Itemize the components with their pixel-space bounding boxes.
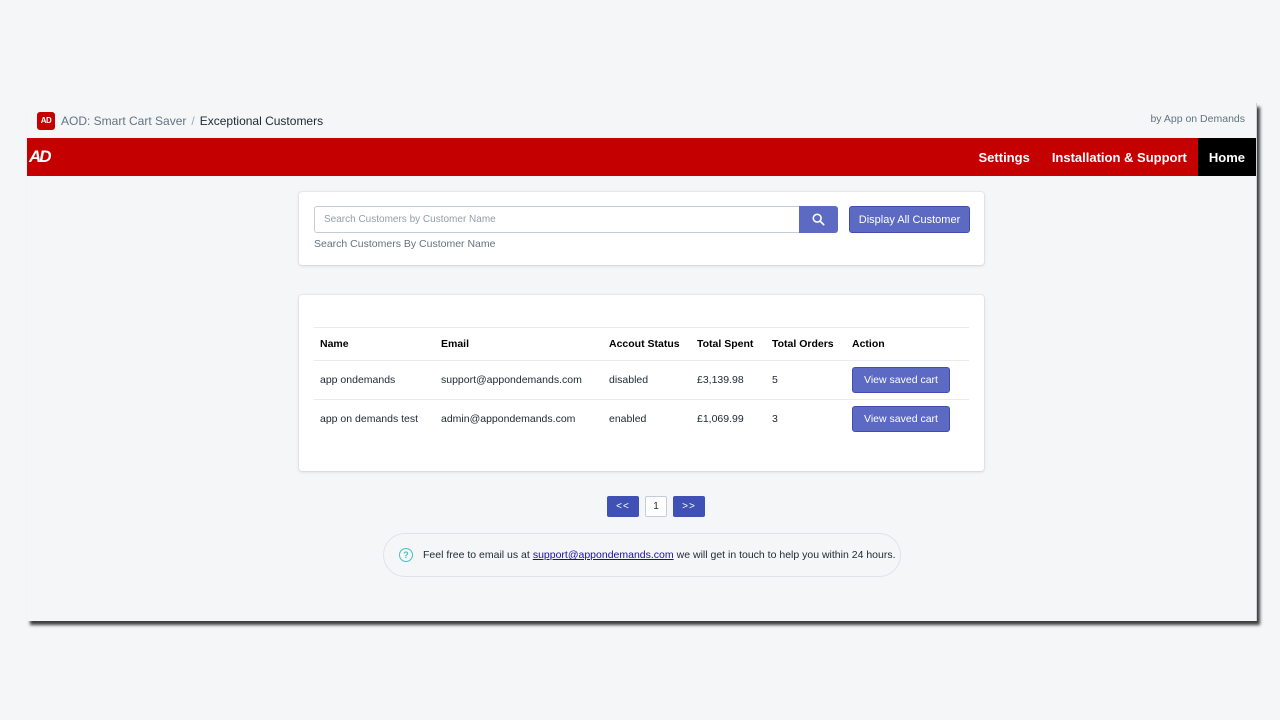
customers-table: Name Email Accout Status Total Spent Tot… — [314, 327, 969, 439]
cell-status: enabled — [609, 413, 647, 426]
search-icon — [812, 213, 825, 226]
cell-total-spent: £1,069.99 — [697, 413, 744, 426]
search-card: Display All Customer Search Customers By… — [299, 192, 984, 265]
cell-name: app on demands test — [320, 413, 419, 426]
pagination-next-button[interactable]: >> — [673, 496, 705, 517]
table-row: app on demands test admin@appondemands.c… — [314, 400, 969, 439]
cell-email: admin@appondemands.com — [441, 413, 576, 426]
table-header-row: Name Email Accout Status Total Spent Tot… — [314, 327, 969, 361]
table-row: app ondemands support@appondemands.com d… — [314, 361, 969, 400]
search-row — [314, 206, 838, 233]
footer-text-before: Feel free to email us at — [423, 549, 530, 561]
app-window: AD AOD: Smart Cart Saver / Exceptional C… — [27, 103, 1257, 621]
pagination: << 1 >> — [607, 496, 705, 517]
search-button[interactable] — [799, 206, 838, 233]
pagination-prev-button[interactable]: << — [607, 496, 639, 517]
search-input[interactable] — [314, 206, 799, 233]
nav-item-settings[interactable]: Settings — [968, 138, 1041, 176]
cell-total-orders: 5 — [772, 374, 778, 386]
nav-item-home[interactable]: Home — [1197, 138, 1256, 176]
column-header-action: Action — [852, 338, 885, 350]
cell-name: app ondemands — [320, 374, 396, 386]
column-header-total-orders: Total Orders — [772, 338, 834, 350]
support-email-link[interactable]: support@appondemands.com — [533, 549, 674, 561]
brand-logo-icon[interactable]: AD — [29, 147, 52, 167]
cell-action: View saved cart — [846, 400, 969, 439]
footer-text-after: we will get in touch to help you within … — [676, 549, 896, 561]
cell-email: support@appondemands.com — [441, 374, 582, 386]
app-logo-icon: AD — [37, 111, 55, 130]
column-header-total-spent: Total Spent — [697, 338, 754, 350]
cell-total-orders: 3 — [772, 413, 778, 426]
app-navbar: AD Settings Installation & Support Home — [27, 138, 1256, 176]
cell-status: disabled — [609, 374, 649, 386]
display-all-customer-button[interactable]: Display All Customer — [849, 206, 970, 233]
search-help-text: Search Customers By Customer Name — [314, 238, 496, 250]
question-circle-icon: ? — [399, 548, 413, 562]
nav-menu: Settings Installation & Support Home — [968, 138, 1256, 176]
admin-topbar: AD AOD: Smart Cart Saver / Exceptional C… — [27, 103, 1256, 138]
breadcrumb-separator: / — [191, 113, 195, 128]
nav-item-installation-support[interactable]: Installation & Support — [1041, 138, 1198, 176]
pagination-current-page[interactable]: 1 — [645, 496, 667, 517]
page-title: Exceptional Customers — [199, 113, 324, 128]
support-footer: ? Feel free to email us at support@appon… — [383, 533, 901, 577]
by-developer-link[interactable]: by App on Demands — [1150, 113, 1245, 125]
breadcrumb-app-name[interactable]: AOD: Smart Cart Saver — [61, 114, 186, 128]
customers-table-card: Name Email Accout Status Total Spent Tot… — [299, 295, 984, 471]
column-header-name: Name — [320, 338, 349, 350]
column-header-status: Accout Status — [609, 338, 680, 350]
cell-action: View saved cart — [846, 361, 969, 400]
view-saved-cart-button[interactable]: View saved cart — [852, 367, 950, 393]
view-saved-cart-button[interactable]: View saved cart — [852, 406, 950, 433]
cell-total-spent: £3,139.98 — [697, 374, 744, 386]
column-header-email: Email — [441, 338, 470, 350]
